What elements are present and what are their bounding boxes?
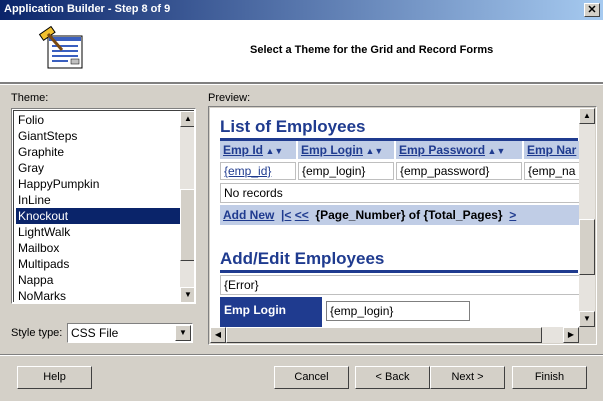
preview-scroll-up-icon[interactable]: ▲: [579, 108, 595, 124]
pager-text: {Page_Number} of {Total_Pages}: [315, 208, 503, 222]
column-header-emp-password: Emp Password ▲▼: [396, 141, 522, 159]
cell-emp-name: {emp_na: [524, 162, 579, 180]
preview-scroll-right-icon[interactable]: ▶: [563, 327, 579, 343]
close-button[interactable]: ✕: [584, 3, 600, 17]
preview-scroll-left-icon[interactable]: ◀: [210, 327, 226, 343]
pager-first-link[interactable]: |<: [281, 208, 291, 222]
style-type-value: CSS File: [71, 326, 119, 340]
header-title: Select a Theme for the Grid and Record F…: [250, 44, 494, 56]
pager-row: Add New |< << {Page_Number} of {Total_Pa…: [220, 205, 579, 225]
theme-item-nomarks[interactable]: NoMarks: [16, 288, 180, 302]
theme-item-graphite[interactable]: Graphite: [16, 144, 180, 160]
preview-label: Preview:: [208, 92, 251, 104]
preview-pane: List of Employees Emp Id ▲▼ Emp Login ▲▼…: [208, 106, 597, 345]
error-row: {Error}: [220, 275, 579, 295]
theme-item-nappa[interactable]: Nappa: [16, 272, 180, 288]
scrollbar-corner: [579, 327, 595, 343]
window-title: Application Builder - Step 8 of 9: [4, 3, 171, 15]
finish-button[interactable]: Finish: [512, 366, 587, 389]
theme-list-scroll-thumb[interactable]: [180, 189, 194, 261]
next-button[interactable]: Next >: [430, 366, 505, 389]
theme-item-happypumpkin[interactable]: HappyPumpkin: [16, 176, 180, 192]
preview-scroll-down-icon[interactable]: ▼: [579, 311, 595, 327]
sort-arrows-icon: ▲▼: [485, 146, 506, 156]
theme-label: Theme:: [11, 92, 49, 104]
edit-title: Add/Edit Employees: [220, 249, 385, 268]
theme-item-multipads[interactable]: Multipads: [16, 256, 180, 272]
scroll-down-arrow-icon[interactable]: ▼: [180, 287, 194, 302]
style-type-select[interactable]: CSS File ▼: [67, 323, 193, 343]
cell-emp-login: {emp_login}: [298, 162, 394, 180]
cell-emp-password: {emp_password}: [396, 162, 522, 180]
add-new-link[interactable]: Add New: [223, 208, 274, 222]
pager-prev-link[interactable]: <<: [295, 208, 309, 222]
theme-item-knockout[interactable]: Knockout: [16, 208, 180, 224]
theme-item-lightwalk[interactable]: LightWalk: [16, 224, 180, 240]
cell-emp-id: {emp_id}: [220, 162, 296, 180]
column-header-emp-login: Emp Login ▲▼: [298, 141, 394, 159]
help-button[interactable]: Help: [17, 366, 92, 389]
back-button[interactable]: < Back: [355, 366, 430, 389]
scroll-up-arrow-icon[interactable]: ▲: [180, 111, 194, 127]
list-title: List of Employees: [220, 117, 366, 136]
preview-vertical-thumb[interactable]: [579, 219, 595, 275]
sort-arrows-icon: ▲▼: [363, 146, 384, 156]
dropdown-arrow-icon[interactable]: ▼: [175, 325, 191, 341]
preview-vertical-scrollbar[interactable]: [579, 108, 595, 327]
footer-divider: [0, 354, 603, 356]
theme-item-giantsteps[interactable]: GiantSteps: [16, 128, 180, 144]
style-type-label: Style type:: [11, 327, 63, 339]
sort-arrows-icon: ▲▼: [263, 146, 284, 156]
cancel-button[interactable]: Cancel: [274, 366, 349, 389]
no-records-row: No records: [220, 183, 579, 203]
app-builder-icon: [38, 25, 83, 69]
edit-title-rule: [220, 270, 578, 273]
column-header-emp-id: Emp Id ▲▼: [220, 141, 296, 159]
pager-next-link[interactable]: >: [509, 208, 516, 222]
field-label-emp-login: Emp Login: [220, 297, 322, 327]
theme-item-inline[interactable]: InLine: [16, 192, 180, 208]
theme-item-gray[interactable]: Gray: [16, 160, 180, 176]
emp-login-input[interactable]: {emp_login}: [326, 301, 470, 321]
column-header-emp-name: Emp Nar: [524, 141, 579, 159]
header-divider: [0, 82, 603, 85]
theme-item-folio[interactable]: Folio: [16, 112, 180, 128]
preview-horizontal-thumb[interactable]: [226, 327, 542, 343]
theme-item-mailbox[interactable]: Mailbox: [16, 240, 180, 256]
theme-listbox[interactable]: Folio GiantSteps Graphite Gray HappyPump…: [11, 108, 196, 304]
